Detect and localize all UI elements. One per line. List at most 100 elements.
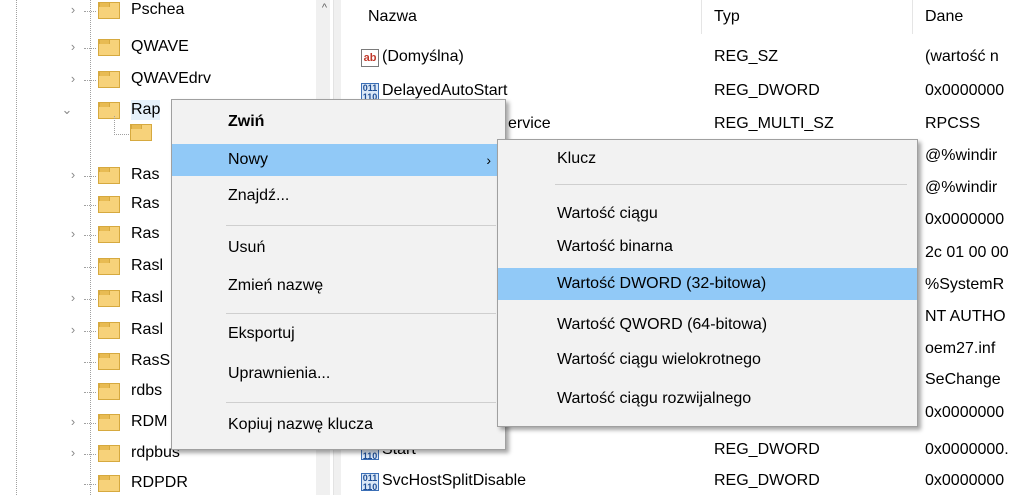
folder-icon: [98, 412, 120, 432]
folder-icon: [98, 381, 120, 401]
submenu-item-multi-string-value[interactable]: Wartość ciągu wielokrotnego: [498, 344, 917, 376]
submenu-arrow-icon: ›: [486, 152, 491, 168]
chevron-right-icon[interactable]: ›: [66, 0, 80, 20]
tree-connector: [84, 362, 96, 363]
tree-connector: [84, 392, 96, 393]
tree-item-qwavedrv[interactable]: › QWAVEdrv: [0, 65, 330, 95]
value-data: SeChange: [925, 371, 1001, 388]
tree-item-qwave[interactable]: › QWAVE: [0, 33, 330, 63]
chevron-right-icon[interactable]: ›: [66, 224, 80, 244]
folder-icon: [98, 443, 120, 463]
tree-item-rdpdr[interactable]: RDPDR: [0, 469, 330, 495]
folder-icon: [98, 69, 120, 89]
menu-item-export[interactable]: Eksportuj: [172, 318, 505, 350]
value-data: 2c 01 00 00: [925, 244, 1009, 261]
value-data: (wartość n: [925, 48, 999, 65]
value-data: NT AUTHO: [925, 308, 1006, 325]
tree-connector: [84, 235, 96, 236]
value-type: REG_DWORD: [714, 441, 820, 458]
tree-connector: [84, 299, 96, 300]
menu-separator: [226, 225, 496, 226]
tree-connector: [84, 11, 96, 12]
tree-item-label: rdbs: [131, 382, 163, 399]
tree-item-label: Ras: [131, 225, 160, 242]
value-data: 0x0000000: [925, 404, 1005, 421]
tree-item-label: Rasl: [131, 321, 164, 338]
submenu-item-key[interactable]: Klucz: [498, 143, 917, 175]
menu-item-find[interactable]: Znajdź...: [172, 180, 505, 212]
submenu-item-expandable-string-value[interactable]: Wartość ciągu rozwijalnego: [498, 383, 917, 415]
value-type: REG_SZ: [714, 48, 779, 65]
value-type: REG_DWORD: [714, 472, 820, 489]
folder-icon: [98, 165, 120, 185]
column-header-name[interactable]: Nazwa: [368, 8, 417, 26]
tree-item-pschea[interactable]: › Pschea: [0, 0, 330, 26]
chevron-down-icon[interactable]: ⌄: [60, 100, 74, 120]
submenu-new: Klucz Wartość ciągu Wartość binarna Wart…: [497, 139, 918, 427]
column-header-type[interactable]: Typ: [714, 8, 740, 26]
folder-icon: [98, 288, 120, 308]
tree-item-label: Ras: [131, 166, 160, 183]
value-name: DelayedAutoStart: [382, 82, 508, 99]
tree-item-label: Pschea: [131, 1, 185, 18]
column-divider[interactable]: [701, 0, 702, 34]
menu-separator: [226, 402, 496, 403]
value-name: (Domyślna): [382, 48, 464, 65]
folder-icon: [98, 224, 120, 244]
tree-connector: [84, 331, 96, 332]
value-data: %SystemR: [925, 276, 1005, 293]
tree-item-label: RasS: [131, 352, 171, 369]
tree-connector: [84, 454, 96, 455]
column-header-data[interactable]: Dane: [925, 8, 963, 26]
context-menu: Zwiń Nowy › Znajdź... Usuń Zmień nazwę Ek…: [171, 99, 506, 450]
list-header: Nazwa Typ Dane: [341, 0, 1020, 34]
menu-item-rename[interactable]: Zmień nazwę: [172, 270, 505, 302]
value-type: REG_DWORD: [714, 82, 820, 99]
menu-separator: [226, 313, 496, 314]
menu-item-new[interactable]: Nowy ›: [172, 144, 505, 176]
menu-separator: [555, 184, 907, 185]
value-data: 0x0000000: [925, 211, 1005, 228]
value-data: @%windir: [925, 147, 998, 164]
value-type: REG_MULTI_SZ: [714, 115, 834, 132]
chevron-right-icon[interactable]: ›: [66, 37, 80, 57]
tree-connector: [114, 116, 129, 135]
tree-connector: [84, 176, 96, 177]
value-data: @%windir: [925, 179, 998, 196]
tree-item-label: QWAVEdrv: [131, 70, 212, 87]
column-divider[interactable]: [912, 0, 913, 34]
tree-item-label: QWAVE: [131, 38, 189, 55]
folder-icon: [98, 351, 120, 371]
tree-connector: [84, 423, 96, 424]
submenu-item-dword-value[interactable]: Wartość DWORD (32-bitowa): [498, 268, 917, 300]
tree-connector: [84, 205, 96, 206]
submenu-item-binary-value[interactable]: Wartość binarna: [498, 231, 917, 263]
tree-item-label: RDM: [131, 413, 168, 430]
submenu-item-qword-value[interactable]: Wartość QWORD (64-bitowa): [498, 309, 917, 341]
scroll-up-arrow-icon[interactable]: ^: [316, 0, 330, 17]
tree-item-label: Rasl: [131, 257, 164, 274]
string-value-icon: ab: [361, 49, 379, 67]
value-row[interactable]: 011 110 SvcHostSplitDisable REG_DWORD 0x0…: [341, 468, 1020, 497]
menu-item-copy-key-name[interactable]: Kopiuj nazwę klucza: [172, 409, 505, 441]
chevron-right-icon[interactable]: ›: [66, 288, 80, 308]
value-name: ervice: [508, 115, 551, 132]
chevron-right-icon[interactable]: ›: [66, 69, 80, 89]
folder-icon: [98, 473, 120, 493]
tree-item-label: Rap: [131, 100, 161, 120]
tree-item-child[interactable]: [130, 122, 152, 146]
folder-icon: [98, 320, 120, 340]
submenu-item-string-value[interactable]: Wartość ciągu: [498, 198, 917, 230]
menu-item-collapse[interactable]: Zwiń: [172, 106, 505, 138]
chevron-right-icon[interactable]: ›: [66, 165, 80, 185]
menu-item-delete[interactable]: Usuń: [172, 232, 505, 264]
value-data: 0x0000000: [925, 472, 1005, 489]
chevron-right-icon[interactable]: ›: [66, 320, 80, 340]
value-data: RPCSS: [925, 115, 981, 132]
folder-icon: [98, 0, 120, 20]
value-row[interactable]: ab (Domyślna) REG_SZ (wartość n: [341, 44, 1020, 73]
menu-item-permissions[interactable]: Uprawnienia...: [172, 358, 505, 390]
folder-icon: [98, 37, 120, 57]
chevron-right-icon[interactable]: ›: [66, 443, 80, 463]
chevron-right-icon[interactable]: ›: [66, 412, 80, 432]
